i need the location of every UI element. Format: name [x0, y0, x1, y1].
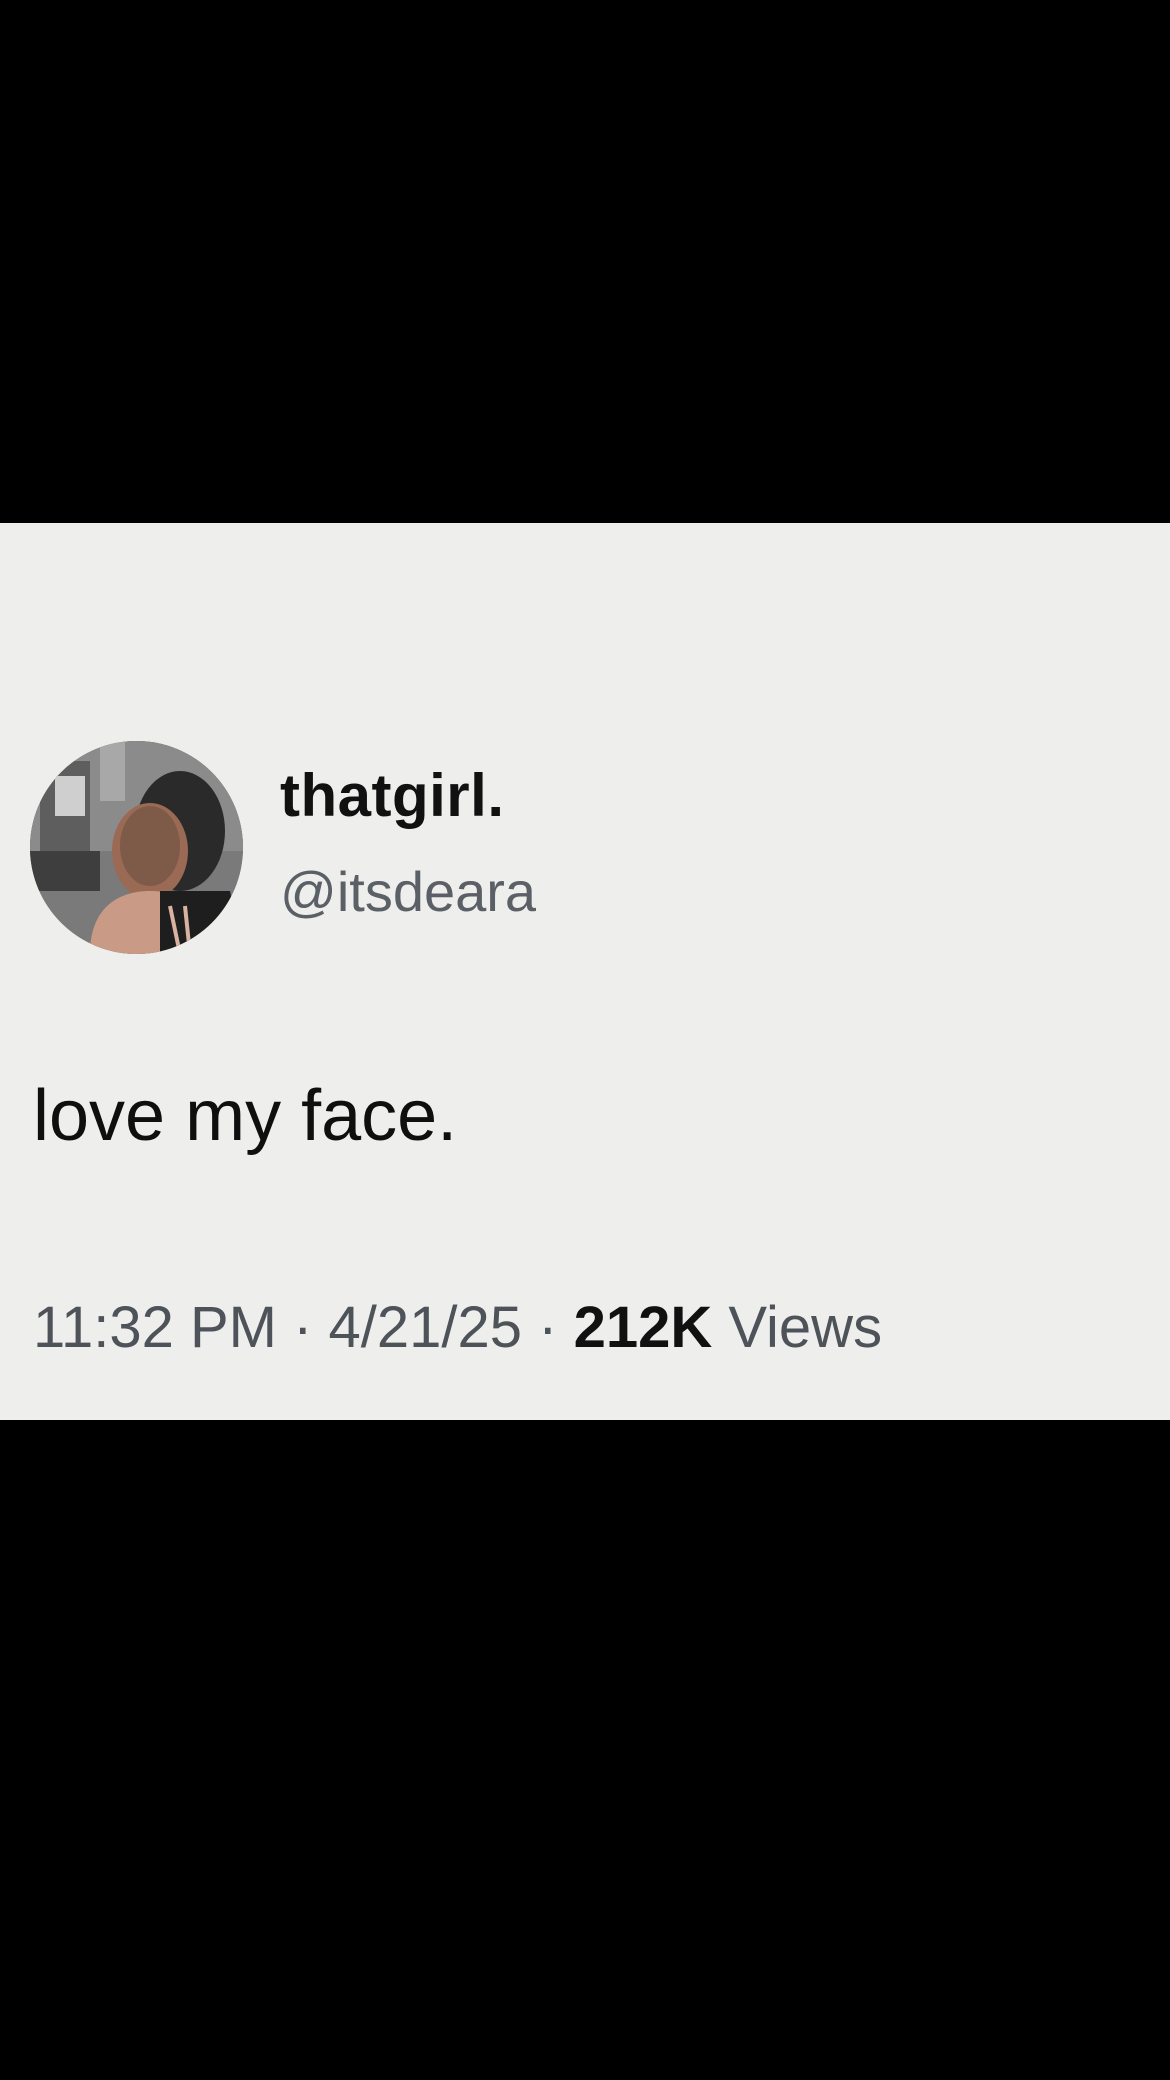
meta-separator: ·	[538, 1295, 558, 1360]
tweet-card: thatgirl. @itsdeara love my face. 11:32 …	[0, 523, 1170, 1420]
avatar[interactable]	[30, 741, 243, 954]
views-count[interactable]: 212K	[574, 1295, 713, 1360]
author-display-name[interactable]: thatgirl.	[280, 766, 505, 826]
meta-separator: ·	[293, 1295, 313, 1360]
tweet-text: love my face.	[33, 1076, 458, 1156]
tweet-date[interactable]: 4/21/25	[329, 1295, 523, 1360]
profile-photo-icon	[30, 741, 243, 954]
tweet-meta: 11:32 PM · 4/21/25 · 212K Views	[33, 1299, 882, 1357]
letterbox-bottom	[0, 1420, 1170, 2080]
author-handle[interactable]: @itsdeara	[280, 864, 536, 920]
views-label: Views	[728, 1295, 883, 1360]
tweet-time[interactable]: 11:32 PM	[33, 1295, 277, 1360]
letterbox-top	[0, 0, 1170, 523]
